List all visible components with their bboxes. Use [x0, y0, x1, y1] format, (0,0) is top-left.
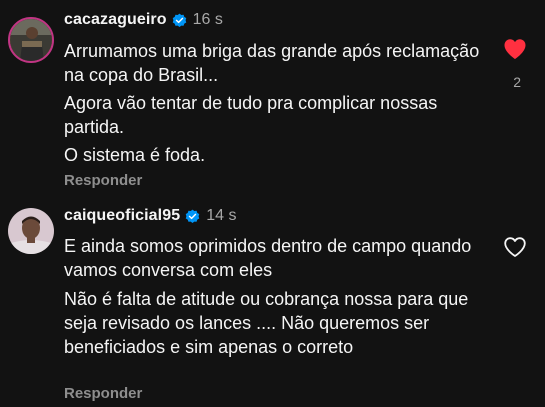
- comment-text: E ainda somos oprimidos dentro de campo …: [64, 236, 472, 280]
- username[interactable]: cacazagueiro: [64, 11, 167, 29]
- heart-outline-icon[interactable]: [503, 236, 527, 258]
- timestamp: 16 s: [192, 11, 223, 28]
- avatar[interactable]: [8, 208, 54, 254]
- comment-text: O sistema é foda.: [64, 145, 206, 165]
- heart-filled-icon[interactable]: [503, 38, 527, 60]
- comment-text: Agora vão tentar de tudo pra complicar n…: [64, 93, 438, 137]
- comment-header: caiqueoficial95 14 s: [64, 207, 236, 225]
- avatar[interactable]: [8, 17, 54, 63]
- comment-text: Não é falta de atitude ou cobrança nossa…: [64, 289, 469, 357]
- timestamp: 14 s: [206, 207, 237, 224]
- like-count[interactable]: 2: [513, 74, 521, 90]
- comment-text: Arrumamos uma briga das grande após recl…: [64, 41, 480, 85]
- reply-button[interactable]: Responder: [64, 385, 142, 402]
- username[interactable]: caiqueoficial95: [64, 207, 180, 225]
- verified-badge-icon: [172, 13, 186, 27]
- reply-button[interactable]: Responder: [64, 172, 142, 189]
- comment-header: cacazagueiro 16 s: [64, 11, 223, 29]
- verified-badge-icon: [185, 209, 200, 223]
